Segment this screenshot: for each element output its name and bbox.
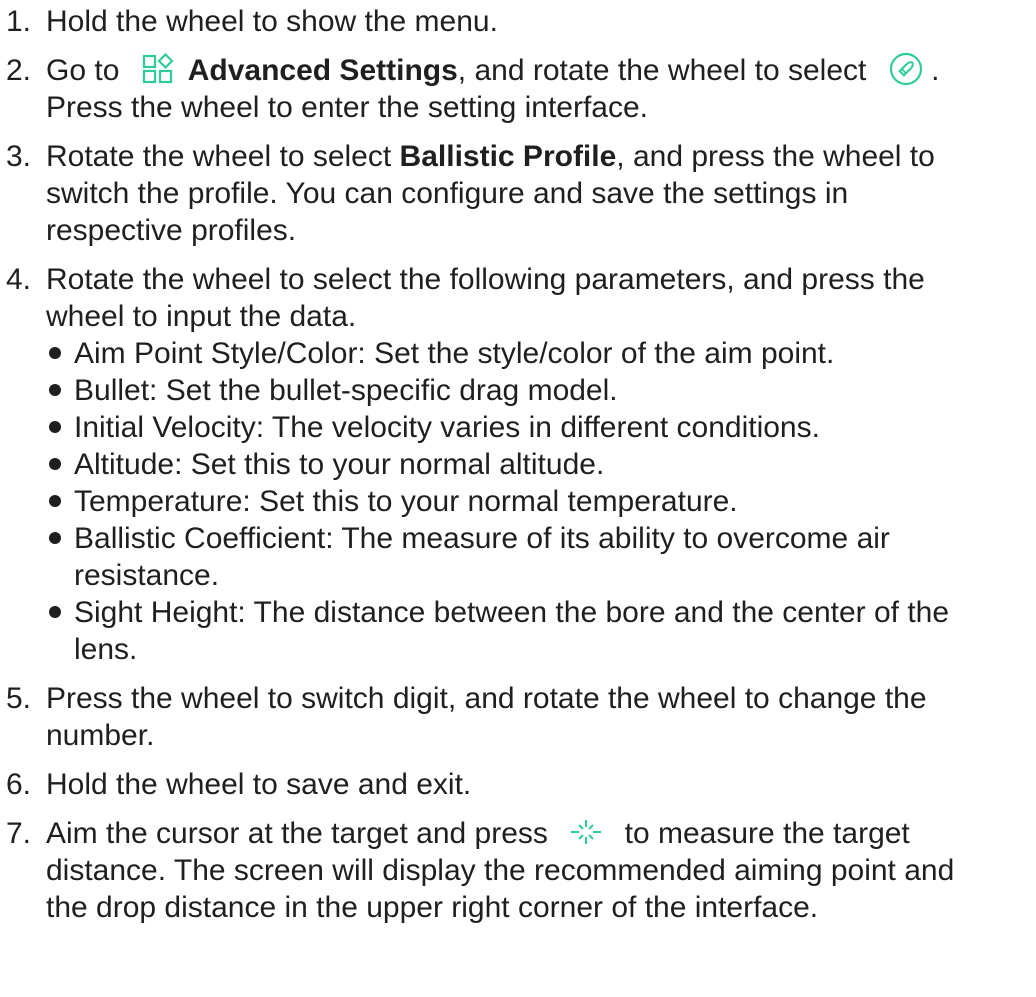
- step-line-1: Rotate the wheel to select Ballistic Pro…: [46, 138, 1036, 175]
- laser-range-icon: [570, 818, 602, 846]
- step-number: 6.: [6, 768, 32, 802]
- list-item-text: Temperature: Set this to your normal tem…: [74, 485, 738, 519]
- step-line-3: respective profiles.: [46, 214, 297, 248]
- step-2: 2. Go to Advanced Settings, and rotate t…: [0, 52, 1036, 126]
- step-text: to measure the target: [624, 817, 910, 851]
- step-line-1: Press the wheel to switch digit, and rot…: [46, 682, 927, 716]
- step-number: 3.: [6, 140, 32, 174]
- step-text: , and press the wheel to: [616, 140, 935, 174]
- step-line-2: Press the wheel to enter the setting int…: [46, 91, 649, 125]
- list-item-text: Initial Velocity: The velocity varies in…: [74, 411, 820, 445]
- list-item: Bullet: Set the bullet-specific drag mod…: [46, 372, 1036, 409]
- list-item-text: Altitude: Set this to your normal altitu…: [74, 448, 605, 482]
- step-number: 2.: [6, 54, 32, 87]
- list-item-text: Bullet: Set the bullet-specific drag mod…: [74, 374, 618, 408]
- step-text: Rotate the wheel to select: [46, 140, 400, 174]
- list-item: Initial Velocity: The velocity varies in…: [46, 409, 1036, 446]
- step-text: Hold the wheel to show the menu.: [46, 5, 498, 38]
- list-item-text: Sight Height: The distance between the b…: [74, 596, 950, 630]
- step-1: 1. Hold the wheel to show the menu.: [0, 3, 1036, 40]
- bullet-icon: [49, 532, 61, 545]
- list-item-text: lens.: [74, 633, 138, 667]
- list-item-text: Aim Point Style/Color: Set the style/col…: [74, 337, 835, 371]
- step-3: 3. Rotate the wheel to select Ballistic …: [0, 138, 1036, 249]
- instruction-document: 1. Hold the wheel to show the menu. 2. G…: [0, 3, 1036, 938]
- list-item: Sight Height: The distance between the b…: [46, 594, 1036, 668]
- ballistic-icon: [889, 52, 923, 86]
- step-text: Hold the wheel to save and exit.: [46, 768, 472, 802]
- step-line-2: wheel to input the data.: [46, 300, 357, 334]
- list-item: Temperature: Set this to your normal tem…: [46, 483, 1036, 520]
- bullet-icon: [49, 384, 61, 397]
- step-number: 4.: [6, 263, 32, 297]
- bullet-icon: [49, 421, 61, 434]
- list-item-text: resistance.: [74, 559, 220, 593]
- step-4: 4. Rotate the wheel to select the follow…: [0, 261, 1036, 668]
- step-line-1: Aim the cursor at the target and press t…: [46, 815, 1036, 852]
- step-7: 7. Aim the cursor at the target and pres…: [0, 815, 1036, 926]
- bullet-icon: [49, 347, 61, 360]
- step-number: 7.: [6, 817, 32, 851]
- step-6: 6. Hold the wheel to save and exit.: [0, 766, 1036, 803]
- advanced-settings-label: Advanced Settings: [187, 54, 458, 87]
- bullet-icon: [49, 458, 61, 471]
- step-line-2: distance. The screen will display the re…: [46, 854, 955, 888]
- step-text: .: [931, 54, 940, 87]
- step-line-2: switch the profile. You can configure an…: [46, 177, 849, 211]
- step-line-3: the drop distance in the upper right cor…: [46, 891, 819, 925]
- step-line-2: number.: [46, 719, 155, 753]
- list-item: Aim Point Style/Color: Set the style/col…: [46, 335, 1036, 372]
- list-item: Ballistic Coefficient: The measure of it…: [46, 520, 1036, 594]
- step-line-1: Go to Advanced Settings, and rotate the …: [46, 52, 1036, 89]
- step-5: 5. Press the wheel to switch digit, and …: [0, 680, 1036, 754]
- list-item: Altitude: Set this to your normal altitu…: [46, 446, 1036, 483]
- grid-diamond-icon: [142, 53, 174, 85]
- step-text: Go to: [46, 54, 120, 87]
- bullet-icon: [49, 495, 61, 508]
- step-number: 1.: [6, 5, 32, 38]
- step-line-1: Rotate the wheel to select the following…: [46, 263, 925, 297]
- list-item-text: Ballistic Coefficient: The measure of it…: [74, 522, 890, 556]
- parameter-list: Aim Point Style/Color: Set the style/col…: [46, 335, 1036, 668]
- bullet-icon: [49, 606, 61, 619]
- step-text: Aim the cursor at the target and press: [46, 817, 548, 851]
- step-text: , and rotate the wheel to select: [457, 54, 867, 87]
- step-number: 5.: [6, 682, 32, 716]
- ballistic-profile-label: Ballistic Profile: [399, 140, 617, 174]
